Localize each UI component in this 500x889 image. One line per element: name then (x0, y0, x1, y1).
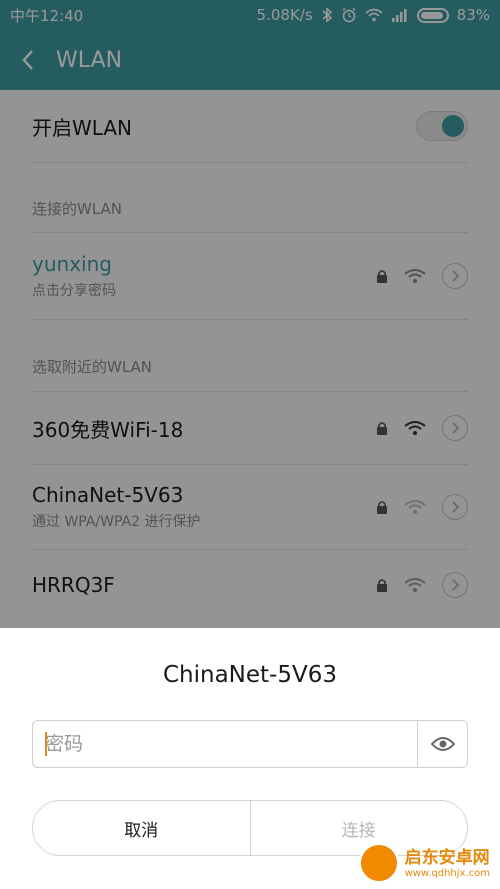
eye-icon (430, 737, 455, 751)
text-caret (45, 732, 47, 756)
watermark-text: 启东安卓网 (404, 847, 490, 868)
dialog-title: ChinaNet-5V63 (162, 662, 337, 688)
watermark: 启东安卓网 www.qdhhjx.com (358, 843, 490, 883)
password-field-container (32, 720, 468, 768)
cancel-button[interactable]: 取消 (33, 801, 250, 855)
watermark-logo-icon (358, 843, 399, 883)
watermark-text-block: 启东安卓网 www.qdhhjx.com (405, 848, 490, 879)
password-dialog: ChinaNet-5V63 取消 连接 启东安卓网 www.qdhhjx.com (0, 628, 500, 889)
show-password-button[interactable] (417, 721, 467, 767)
password-input[interactable] (33, 721, 417, 767)
watermark-url: www.qdhhjx.com (404, 867, 490, 879)
